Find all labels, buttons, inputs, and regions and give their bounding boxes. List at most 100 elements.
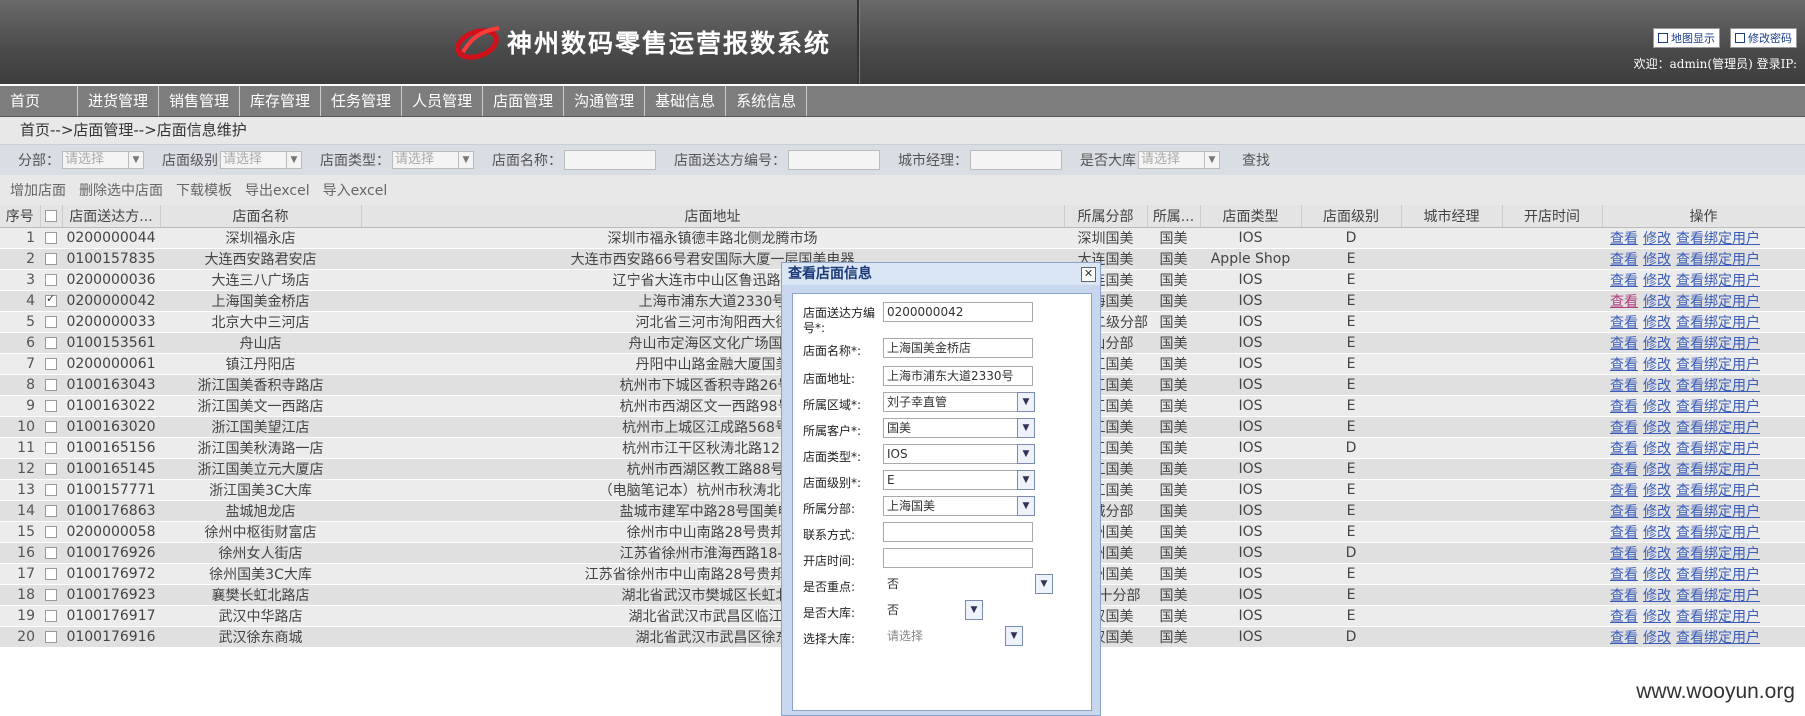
row-checkbox[interactable] <box>45 442 57 454</box>
view-link[interactable]: 查看 <box>1610 231 1638 247</box>
branch-select[interactable]: 上海国美 ▼ <box>883 496 1035 516</box>
view-link[interactable]: 查看 <box>1610 504 1638 520</box>
view-bound-users-link[interactable]: 查看绑定用户 <box>1676 504 1760 520</box>
level-filter-select[interactable]: 请选择 ▼ <box>220 151 302 169</box>
row-checkbox[interactable] <box>45 484 57 496</box>
edit-link[interactable]: 修改 <box>1643 504 1671 520</box>
view-bound-users-link[interactable]: 查看绑定用户 <box>1676 273 1760 289</box>
row-checkbox[interactable] <box>45 379 57 391</box>
select-warehouse-select[interactable]: 请选择 ▼ <box>883 626 1023 646</box>
nav-home[interactable]: 首页 <box>0 86 78 116</box>
change-password-button[interactable]: 修改密码 <box>1730 28 1797 48</box>
col-header-level[interactable]: 店面级别 <box>1301 205 1402 228</box>
view-link[interactable]: 查看 <box>1610 441 1638 457</box>
name-filter-input[interactable] <box>564 150 656 170</box>
view-bound-users-link[interactable]: 查看绑定用户 <box>1676 378 1760 394</box>
edit-link[interactable]: 修改 <box>1643 567 1671 583</box>
nav-tasks[interactable]: 任务管理 <box>321 86 403 116</box>
view-link[interactable]: 查看 <box>1610 315 1638 331</box>
edit-link[interactable]: 修改 <box>1643 294 1671 310</box>
col-header-manager[interactable]: 城市经理 <box>1401 205 1503 228</box>
edit-link[interactable]: 修改 <box>1643 252 1671 268</box>
close-icon[interactable]: ✕ <box>1081 267 1096 282</box>
view-link[interactable]: 查看 <box>1610 588 1638 604</box>
edit-link[interactable]: 修改 <box>1643 273 1671 289</box>
view-bound-users-link[interactable]: 查看绑定用户 <box>1676 315 1760 331</box>
view-link[interactable]: 查看 <box>1610 420 1638 436</box>
view-bound-users-link[interactable]: 查看绑定用户 <box>1676 294 1760 310</box>
view-link[interactable]: 查看 <box>1610 252 1638 268</box>
row-checkbox[interactable] <box>45 274 57 286</box>
row-checkbox[interactable] <box>45 526 57 538</box>
row-checkbox[interactable] <box>45 337 57 349</box>
view-link[interactable]: 查看 <box>1610 378 1638 394</box>
address-field[interactable]: 上海市浦东大道2330号 <box>883 366 1033 386</box>
col-header-branch[interactable]: 所属分部 <box>1064 205 1148 228</box>
edit-link[interactable]: 修改 <box>1643 630 1671 646</box>
view-bound-users-link[interactable]: 查看绑定用户 <box>1676 630 1760 646</box>
download-template-button[interactable]: 下载模板 <box>176 180 232 200</box>
view-bound-users-link[interactable]: 查看绑定用户 <box>1676 357 1760 373</box>
nav-staff[interactable]: 人员管理 <box>402 86 484 116</box>
row-checkbox[interactable] <box>45 292 57 307</box>
import-excel-button[interactable]: 导入excel <box>323 180 388 200</box>
edit-link[interactable]: 修改 <box>1643 588 1671 604</box>
view-bound-users-link[interactable]: 查看绑定用户 <box>1676 609 1760 625</box>
view-bound-users-link[interactable]: 查看绑定用户 <box>1676 525 1760 541</box>
view-link[interactable]: 查看 <box>1610 567 1638 583</box>
customer-select[interactable]: 国美 ▼ <box>883 418 1035 438</box>
warehouse-filter-select[interactable]: 请选择 ▼ <box>1138 151 1220 169</box>
view-bound-users-link[interactable]: 查看绑定用户 <box>1676 420 1760 436</box>
row-checkbox[interactable] <box>45 589 57 601</box>
branch-filter-select[interactable]: 请选择 ▼ <box>62 151 144 169</box>
nav-basic-info[interactable]: 基础信息 <box>645 86 727 116</box>
table-row[interactable]: 1 0200000044 深圳福永店 深圳市福永镇德丰路北侧龙腾市场 深圳国美 国美 IOS… <box>0 227 1805 249</box>
row-checkbox[interactable] <box>45 463 57 475</box>
code-field[interactable]: 0200000042 <box>883 302 1033 322</box>
view-bound-users-link[interactable]: 查看绑定用户 <box>1676 588 1760 604</box>
col-header-name[interactable]: 店面名称 <box>160 205 362 228</box>
nav-stores[interactable]: 店面管理 <box>483 86 565 116</box>
row-checkbox[interactable] <box>45 316 57 328</box>
view-bound-users-link[interactable]: 查看绑定用户 <box>1676 462 1760 478</box>
edit-link[interactable]: 修改 <box>1643 357 1671 373</box>
type-select[interactable]: IOS ▼ <box>883 444 1035 464</box>
view-bound-users-link[interactable]: 查看绑定用户 <box>1676 483 1760 499</box>
level-select[interactable]: E ▼ <box>883 470 1035 490</box>
row-checkbox[interactable] <box>45 610 57 622</box>
nav-communication[interactable]: 沟通管理 <box>564 86 646 116</box>
view-bound-users-link[interactable]: 查看绑定用户 <box>1676 546 1760 562</box>
row-checkbox[interactable] <box>45 421 57 433</box>
edit-link[interactable]: 修改 <box>1643 420 1671 436</box>
view-link[interactable]: 查看 <box>1610 609 1638 625</box>
edit-link[interactable]: 修改 <box>1643 399 1671 415</box>
col-header-address[interactable]: 店面地址 <box>361 205 1065 228</box>
col-header-code[interactable]: 店面送达方... <box>62 205 161 228</box>
row-checkbox[interactable] <box>45 253 57 265</box>
region-select[interactable]: 刘子幸直管 ▼ <box>883 392 1035 412</box>
view-bound-users-link[interactable]: 查看绑定用户 <box>1676 336 1760 352</box>
view-link[interactable]: 查看 <box>1610 357 1638 373</box>
type-filter-select[interactable]: 请选择 ▼ <box>392 151 474 169</box>
view-bound-users-link[interactable]: 查看绑定用户 <box>1676 231 1760 247</box>
view-bound-users-link[interactable]: 查看绑定用户 <box>1676 399 1760 415</box>
nav-purchase[interactable]: 进货管理 <box>78 86 160 116</box>
add-store-button[interactable]: 增加店面 <box>10 180 66 200</box>
search-button[interactable]: 查找 <box>1242 150 1270 170</box>
map-view-button[interactable]: 地图显示 <box>1653 28 1720 48</box>
view-link[interactable]: 查看 <box>1610 483 1638 499</box>
row-checkbox[interactable] <box>45 358 57 370</box>
edit-link[interactable]: 修改 <box>1643 483 1671 499</box>
col-header-customer[interactable]: 所属... <box>1147 205 1201 228</box>
view-bound-users-link[interactable]: 查看绑定用户 <box>1676 252 1760 268</box>
row-checkbox[interactable] <box>45 505 57 517</box>
row-checkbox[interactable] <box>45 568 57 580</box>
view-link[interactable]: 查看 <box>1610 336 1638 352</box>
view-link[interactable]: 查看 <box>1610 273 1638 289</box>
row-checkbox[interactable] <box>45 631 57 643</box>
view-link[interactable]: 查看 <box>1610 399 1638 415</box>
edit-link[interactable]: 修改 <box>1643 546 1671 562</box>
view-link[interactable]: 查看 <box>1610 546 1638 562</box>
edit-link[interactable]: 修改 <box>1643 378 1671 394</box>
nav-system-info[interactable]: 系统信息 <box>726 86 808 116</box>
